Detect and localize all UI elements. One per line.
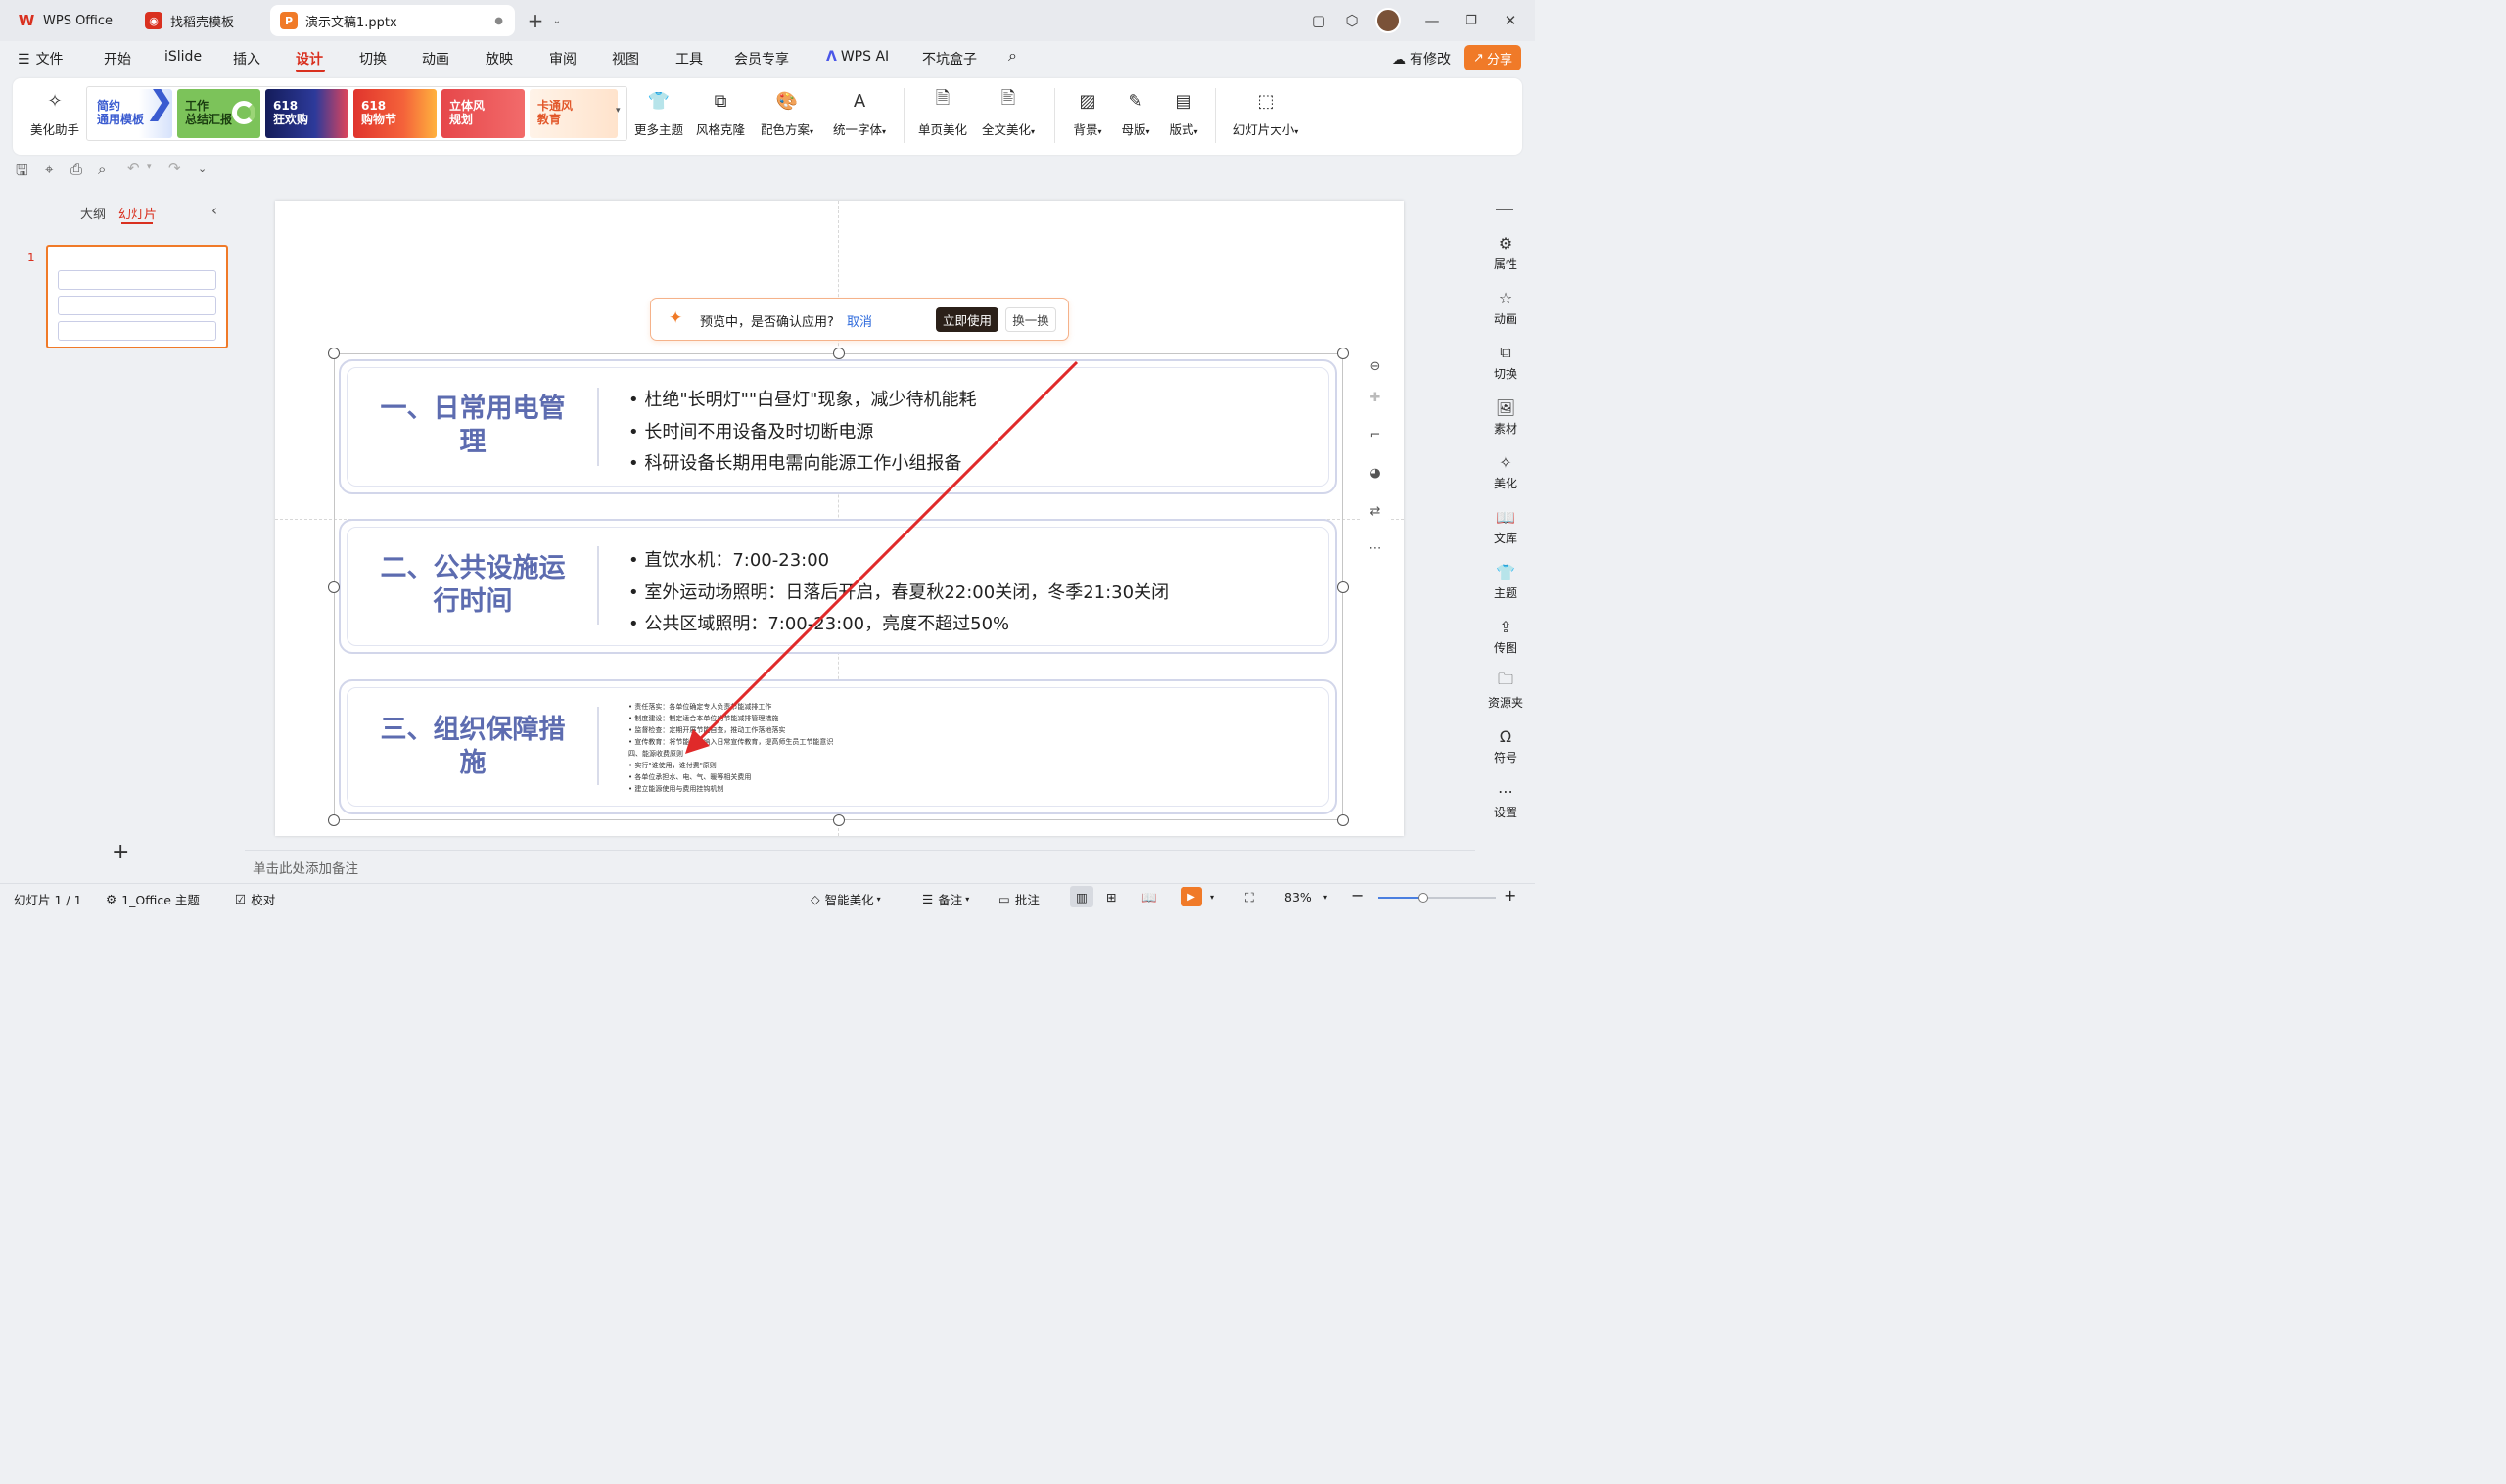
transition-icon: ⧉ [1500, 343, 1511, 361]
rail-label: 属性 [1493, 257, 1517, 271]
theme-label: 1_Office 主题 [121, 893, 200, 907]
rail-settings[interactable]: ⋯ 设置 [1476, 781, 1535, 820]
rail-beautify[interactable]: ✧ 美化 [1476, 452, 1535, 491]
zoom-slider-thumb[interactable] [1418, 893, 1428, 903]
dropdown-chevron-icon: ▾ [876, 895, 881, 904]
rail-label: 主题 [1493, 586, 1517, 600]
rail-assets[interactable]: 🖼 素材 [1476, 397, 1535, 437]
notes-placeholder: 单击此处添加备注 [253, 861, 358, 877]
fit-window-icon[interactable]: ⛶ [1245, 890, 1254, 905]
comment-icon: ▭ [998, 892, 1010, 906]
rail-resource-folder[interactable]: 🗀 资源夹 [1476, 669, 1535, 711]
smart-beautify-button[interactable]: ◇ 智能美化 ▾ [811, 890, 881, 908]
right-toolbar: ⚙ 属性 ☆ 动画 ⧉ 切换 🖼 素材 ✧ 美化 📖 文库 👕 主题 ⇪ 传图 🗀 资源夹 Ω 符号… [1476, 188, 1535, 883]
normal-view-icon[interactable]: ▥ [1070, 886, 1093, 907]
book-icon: 📖 [1496, 507, 1515, 527]
rail-label: 资源夹 [1487, 696, 1523, 710]
slide-counter: 幻灯片 1 / 1 [14, 893, 82, 907]
status-bar: 幻灯片 1 / 1 ⚙ 1_Office 主题 ☑ 校对 ◇ 智能美化 ▾ ☰ 备注 ▾ ▭… [0, 883, 1535, 909]
rail-label: 切换 [1493, 367, 1517, 381]
notes-toggle-button[interactable]: ☰ 备注 ▾ [922, 890, 969, 908]
notes-icon: ☰ [922, 892, 934, 906]
zoom-in-icon[interactable]: + [1504, 886, 1516, 904]
rail-properties[interactable]: ⚙ 属性 [1476, 233, 1535, 272]
magic-wand-icon: ✧ [1499, 452, 1512, 472]
theme-name[interactable]: ⚙ 1_Office 主题 [106, 890, 200, 908]
rail-label: 文库 [1493, 532, 1517, 545]
ellipsis-icon: ⋯ [1498, 781, 1513, 801]
rail-theme[interactable]: 👕 主题 [1476, 562, 1535, 601]
rail-label: 动画 [1493, 312, 1517, 326]
smart-icon: ◇ [811, 892, 820, 906]
upload-image-icon: ⇪ [1499, 617, 1512, 636]
notes-pane[interactable]: 单击此处添加备注 [245, 850, 1475, 881]
proof-label: 校对 [251, 893, 276, 907]
rail-label: 设置 [1493, 806, 1517, 819]
sliders-icon: ⚙ [1498, 233, 1513, 253]
rail-transition[interactable]: ⧉ 切换 [1476, 343, 1535, 382]
smart-label: 智能美化 [824, 893, 874, 907]
zoom-out-icon[interactable]: − [1351, 886, 1364, 904]
folder-icon: 🗀 [1497, 669, 1513, 688]
play-slideshow-icon[interactable]: ▶ [1181, 887, 1202, 906]
notes-label: 备注 [938, 893, 963, 907]
rail-collapse-icon[interactable] [1496, 209, 1513, 210]
proofread-button[interactable]: ☑ 校对 [235, 890, 275, 908]
reading-view-icon[interactable]: 📖 [1141, 890, 1157, 905]
omega-icon: Ω [1499, 726, 1512, 746]
zoom-slider-fill [1378, 897, 1423, 899]
proof-icon: ☑ [235, 892, 247, 906]
comments-button[interactable]: ▭ 批注 [998, 890, 1040, 908]
image-icon: 🖼 [1495, 397, 1516, 417]
rail-label: 传图 [1493, 641, 1517, 655]
star-icon: ☆ [1498, 288, 1513, 307]
arrow-shaft [695, 360, 1079, 744]
rail-label: 符号 [1493, 751, 1517, 765]
rail-label: 素材 [1493, 422, 1517, 436]
theme-icon: ⚙ [106, 892, 117, 906]
zoom-level[interactable]: 83% [1284, 890, 1312, 904]
grid-view-icon[interactable]: ⊞ [1106, 890, 1116, 904]
rail-label: 美化 [1493, 477, 1517, 490]
comments-label: 批注 [1014, 893, 1040, 907]
dropdown-chevron-icon: ▾ [965, 895, 970, 904]
rail-upload-image[interactable]: ⇪ 传图 [1476, 617, 1535, 656]
play-options-chevron-icon[interactable]: ▾ [1210, 893, 1214, 902]
rail-symbols[interactable]: Ω 符号 [1476, 726, 1535, 765]
shirt-icon: 👕 [1496, 562, 1515, 581]
zoom-chevron-icon[interactable]: ▾ [1323, 893, 1327, 902]
rail-animation[interactable]: ☆ 动画 [1476, 288, 1535, 327]
annotation-arrow [685, 360, 1079, 754]
rail-library[interactable]: 📖 文库 [1476, 507, 1535, 546]
